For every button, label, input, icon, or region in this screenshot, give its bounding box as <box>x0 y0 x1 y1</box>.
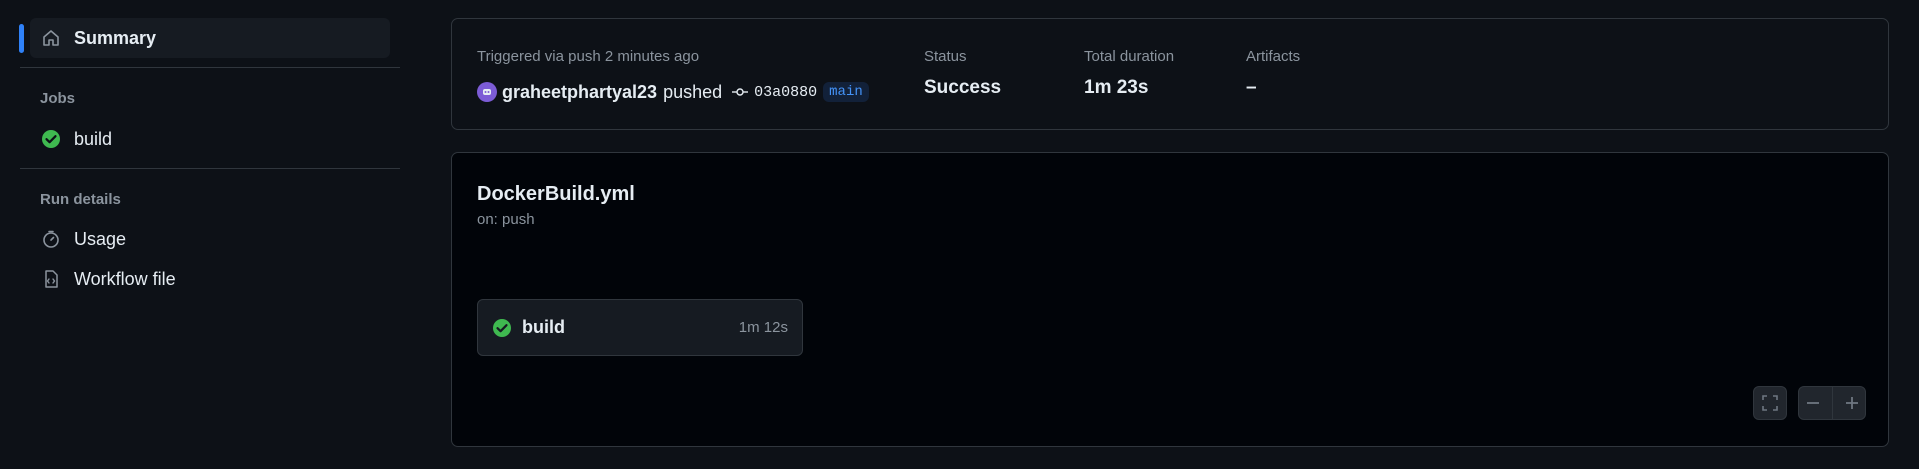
zoom-out-button[interactable] <box>1805 395 1821 411</box>
stopwatch-icon <box>40 228 62 250</box>
divider <box>20 168 400 169</box>
trigger-text: Triggered via push 2 minutes ago <box>477 48 700 65</box>
home-icon <box>40 27 62 49</box>
avatar[interactable] <box>477 82 497 102</box>
minus-icon <box>1806 402 1819 404</box>
fullscreen-icon <box>1761 394 1779 412</box>
artifacts-value: – <box>1246 77 1257 98</box>
sidebar-item-label: build <box>74 128 113 149</box>
actor-link[interactable]: graheetphartyal23 <box>502 82 657 103</box>
workflow-file-title: DockerBuild.yml <box>477 183 635 205</box>
success-check-icon <box>492 318 512 338</box>
sidebar-item-label: Usage <box>74 228 127 249</box>
zoom-controls <box>1798 386 1866 420</box>
success-check-icon <box>40 128 62 150</box>
job-duration: 1m 12s <box>738 319 788 336</box>
active-indicator <box>19 24 24 53</box>
plus-icon <box>1845 397 1858 409</box>
jobs-section-title: Jobs <box>40 90 76 107</box>
fullscreen-button[interactable] <box>1753 386 1787 420</box>
run-summary-panel: Triggered via push 2 minutes ago graheet… <box>451 18 1889 130</box>
sidebar-item-workflow-file[interactable]: Workflow file <box>30 259 390 299</box>
duration-label: Total duration <box>1084 48 1175 65</box>
sidebar-item-label: Workflow file <box>74 268 176 289</box>
action-text: pushed <box>663 81 723 102</box>
status-label: Status <box>924 48 967 65</box>
run-details-section-title: Run details <box>40 191 121 208</box>
workflow-trigger: on: push <box>477 211 535 228</box>
job-name: build <box>522 317 565 337</box>
workflow-graph-panel: DockerBuild.yml on: push build 1m 12s <box>451 152 1889 447</box>
zoom-in-button[interactable] <box>1844 395 1860 411</box>
status-value: Success <box>924 77 1002 98</box>
sidebar-item-label: Summary <box>74 27 157 48</box>
actor-row: graheetphartyal23 pushed 03a0880 main <box>477 79 869 105</box>
divider <box>1831 386 1833 420</box>
job-card-build[interactable]: build 1m 12s <box>477 299 803 356</box>
git-commit-icon <box>732 86 749 98</box>
sidebar: Summary Jobs build Run details Usage Wor… <box>0 0 410 469</box>
duration-value: 1m 23s <box>1084 77 1149 98</box>
commit-sha-link[interactable]: 03a0880 <box>754 84 817 101</box>
branch-badge[interactable]: main <box>823 82 869 102</box>
divider <box>20 67 400 68</box>
sidebar-item-build[interactable]: build <box>30 119 390 159</box>
file-code-icon <box>40 268 62 290</box>
sidebar-item-usage[interactable]: Usage <box>30 219 390 259</box>
sidebar-item-summary[interactable]: Summary <box>30 18 390 58</box>
artifacts-label: Artifacts <box>1246 48 1301 65</box>
